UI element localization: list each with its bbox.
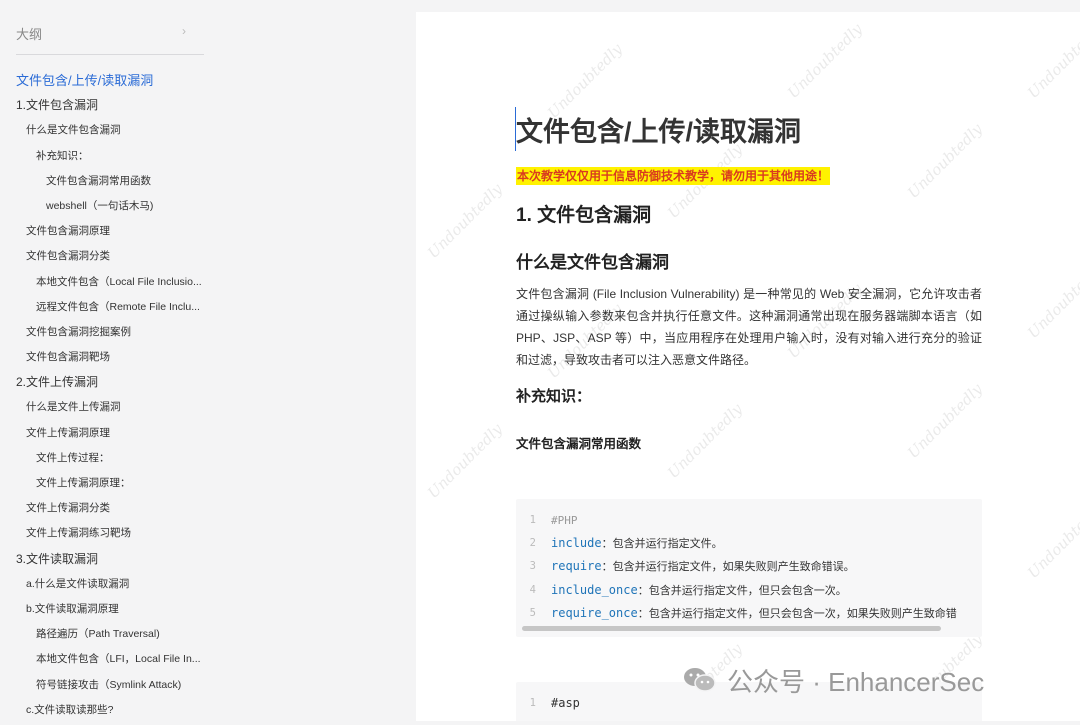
outline-item[interactable]: 文件包含/上传/读取漏洞: [0, 70, 210, 95]
outline-item[interactable]: 文件上传漏洞原理：: [0, 473, 210, 498]
outline-item[interactable]: 本地文件包含（Local File Inclusio...: [0, 272, 210, 297]
warning-highlight: 本次教学仅仅用于信息防御技术教学，请勿用于其他用途！: [516, 167, 831, 185]
line-number: 5: [529, 606, 536, 619]
section-heading-4: 文件包含漏洞常用函数: [516, 437, 642, 451]
document-title[interactable]: 文件包含/上传/读取漏洞: [516, 110, 801, 149]
outline-item[interactable]: 文件包含漏洞分类: [0, 246, 210, 271]
watermark-text: Undoubtedly: [903, 379, 986, 463]
code-keyword: include: [551, 536, 602, 551]
outline-item[interactable]: 文件上传过程：: [0, 448, 210, 473]
outline-item[interactable]: c.文件读取读那些?: [0, 700, 210, 725]
code-block[interactable]: 1 #PHP 2 include：包含并运行指定文件。 3 require：包含并运行指定…: [516, 499, 982, 637]
watermark-text: Undoubtedly: [423, 179, 506, 263]
watermark-text: Undoubtedly: [663, 399, 746, 483]
outline-item[interactable]: 文件包含漏洞挖掘案例: [0, 322, 210, 347]
code-text: require_once：包含并运行指定文件，但只会包含一次，如果失败则产生致命…: [551, 602, 957, 626]
line-number: 2: [529, 537, 536, 550]
outline-item[interactable]: 路径遍历（Path Traversal): [0, 624, 210, 649]
section-heading-1: 1. 文件包含漏洞: [516, 205, 652, 226]
outline-header: 大纲 ›: [16, 24, 204, 55]
watermark-text: Undoubtedly: [1023, 499, 1080, 583]
wechat-watermark: 公众号 · EnhancerSec: [683, 660, 984, 700]
watermark-text: Undoubtedly: [1023, 19, 1080, 103]
line-number: 1: [529, 697, 536, 709]
code-text: include_once：包含并运行指定文件，但只会包含一次。: [551, 579, 847, 603]
outline-item[interactable]: 文件包含漏洞常用函数: [0, 171, 210, 196]
wechat-icon: [684, 668, 716, 692]
outline-item[interactable]: b.文件读取漏洞原理: [0, 599, 210, 624]
section-heading-2: 什么是文件包含漏洞: [516, 253, 669, 272]
code-keyword: require: [551, 559, 602, 574]
code-text: require：包含并运行指定文件，如果失败则产生致命错误。: [551, 555, 855, 579]
watermark-text: Undoubtedly: [1023, 259, 1080, 343]
outline-item[interactable]: 1.文件包含漏洞: [0, 95, 210, 120]
watermark-text: Undoubtedly: [783, 19, 866, 103]
outline-item[interactable]: 远程文件包含（Remote File Inclu...: [0, 297, 210, 322]
watermark-text: Undoubtedly: [903, 119, 986, 203]
outline-item[interactable]: 文件上传漏洞练习靶场: [0, 523, 210, 548]
code-keyword: include_once: [551, 582, 638, 597]
line-number: 4: [529, 583, 536, 596]
line-number: 1: [529, 514, 536, 526]
outline-item[interactable]: 文件上传漏洞原理: [0, 423, 210, 448]
code-description: ：包含并运行指定文件，但只会包含一次，如果失败则产生致命错: [637, 607, 957, 620]
wechat-account-label: 公众号 · EnhancerSec: [727, 666, 985, 697]
watermark-text: Undoubtedly: [423, 419, 506, 503]
code-description: ：包含并运行指定文件，但只会包含一次。: [637, 584, 847, 597]
outline-title: 大纲: [16, 27, 43, 42]
outline-item[interactable]: webshell（一句话木马): [0, 196, 210, 221]
code-text: #PHP: [551, 509, 578, 532]
outline-item[interactable]: 什么是文件包含漏洞: [0, 120, 210, 145]
chevron-right-icon[interactable]: ›: [182, 24, 186, 38]
line-number: 3: [529, 560, 536, 573]
outline-item[interactable]: 文件包含漏洞靶场: [0, 347, 210, 372]
code-text: #asp: [551, 696, 580, 710]
document-page: Undoubtedly Undoubtedly Undoubtedly Undoubt…: [416, 12, 1080, 721]
code-keyword: require_once: [551, 605, 638, 620]
outline-item[interactable]: 3.文件读取漏洞: [0, 549, 210, 574]
code-text: include：包含并运行指定文件。: [551, 532, 723, 556]
outline-item[interactable]: 本地文件包含（LFI，Local File In...: [0, 649, 210, 674]
section-heading-3: 补充知识：: [516, 388, 592, 405]
outline-item[interactable]: 2.文件上传漏洞: [0, 372, 210, 397]
code-description: ：包含并运行指定文件，如果失败则产生致命错误。: [601, 561, 855, 574]
horizontal-scrollbar[interactable]: [522, 626, 942, 631]
outline-item[interactable]: a.什么是文件读取漏洞: [0, 574, 210, 599]
outline-item[interactable]: 文件上传漏洞分类: [0, 498, 210, 523]
outline-item[interactable]: 文件包含漏洞原理: [0, 221, 210, 246]
code-comment: #PHP: [551, 514, 578, 527]
outline-sidebar: 大纲 › 文件包含/上传/读取漏洞 1.文件包含漏洞 什么是文件包含漏洞 补充知识：文…: [0, 0, 210, 721]
code-description: ：包含并运行指定文件。: [601, 538, 723, 551]
outline-item[interactable]: 符号链接攻击（Symlink Attack): [0, 675, 210, 700]
outline-item[interactable]: 什么是文件上传漏洞: [0, 397, 210, 422]
body-paragraph: 文件包含漏洞 (File Inclusion Vulnerability) 是一…: [516, 287, 982, 367]
outline-list: 文件包含/上传/读取漏洞 1.文件包含漏洞 什么是文件包含漏洞 补充知识： 文件包含漏洞…: [0, 70, 210, 725]
outline-item[interactable]: 补充知识：: [0, 146, 210, 171]
